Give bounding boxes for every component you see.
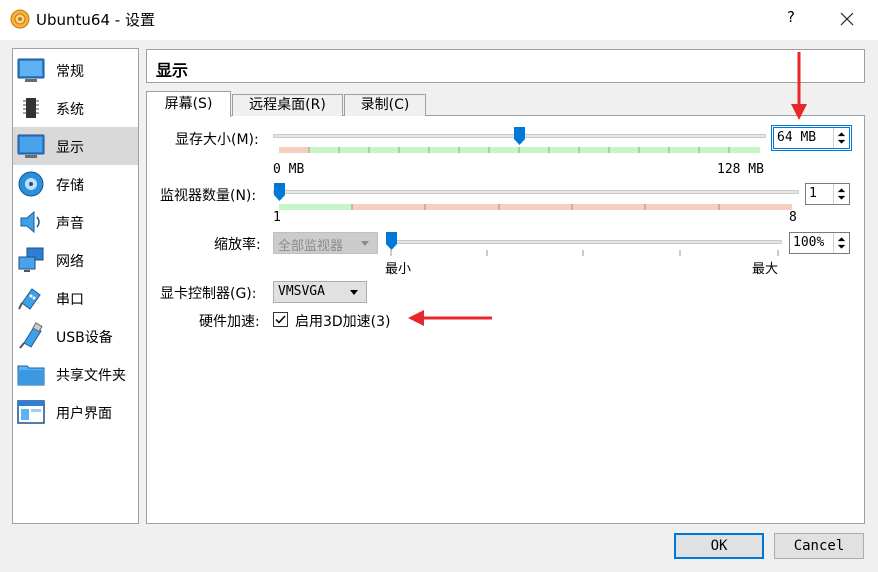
- scale-factor-max-label: 最大: [752, 262, 779, 277]
- sidebar-item-system[interactable]: 系统: [13, 89, 138, 127]
- title-bar: Ubuntu64 - 设置 ?: [0, 0, 878, 40]
- video-memory-spinbox[interactable]: 64 MB: [771, 125, 852, 151]
- sidebar-item-label: 串口: [56, 292, 84, 308]
- section-header: 显示: [146, 49, 865, 83]
- video-memory-label: 显存大小(M):: [175, 132, 259, 148]
- cancel-button[interactable]: Cancel: [774, 533, 864, 559]
- sidebar-item-label: 系统: [56, 102, 84, 118]
- monitor-count-max-label: 8: [789, 210, 797, 225]
- scale-factor-slider-handle[interactable]: [386, 232, 397, 250]
- sidebar-item-label: 共享文件夹: [56, 368, 126, 384]
- scale-factor-spinbox[interactable]: 100%: [789, 232, 850, 254]
- general-icon: [17, 58, 45, 82]
- sidebar-item-label: 显示: [56, 140, 84, 156]
- audio-icon: [20, 210, 40, 234]
- chevron-down-icon: [361, 241, 369, 246]
- sidebar-item-usb[interactable]: USB设备: [13, 317, 138, 355]
- sidebar-item-display[interactable]: 显示: [13, 127, 138, 165]
- graphics-controller-value: VMSVGA: [278, 284, 325, 299]
- scale-factor-slider-track[interactable]: [386, 240, 782, 244]
- usb-icon: [19, 322, 43, 349]
- scale-factor-value: 100%: [793, 235, 825, 250]
- section-title: 显示: [156, 61, 189, 80]
- enable-3d-acceleration-label[interactable]: 启用3D加速(3): [295, 311, 391, 331]
- ok-button[interactable]: OK: [674, 533, 764, 559]
- sidebar-item-label: USB设备: [56, 330, 113, 346]
- monitor-count-label: 监视器数量(N):: [160, 188, 257, 204]
- network-icon: [18, 247, 44, 272]
- graphics-controller-label: 显卡控制器(G):: [160, 286, 257, 302]
- monitor-count-ticks: [351, 204, 720, 210]
- video-memory-min-label: 0 MB: [273, 162, 305, 177]
- shared-folder-icon: [17, 365, 45, 386]
- monitor-select-combo: 全部监视器: [273, 232, 378, 254]
- close-icon[interactable]: [834, 6, 860, 32]
- graphics-controller-combo[interactable]: VMSVGA: [273, 281, 367, 303]
- video-memory-value: 64 MB: [777, 130, 817, 145]
- sidebar-item-network[interactable]: 网络: [13, 241, 138, 279]
- sidebar-item-storage[interactable]: 存储: [13, 165, 138, 203]
- annotation-arrow-left-icon: [408, 310, 492, 326]
- scale-factor-ticks: [390, 250, 779, 256]
- spin-arrows-icon[interactable]: [833, 184, 849, 204]
- scale-factor-label: 缩放率:: [214, 237, 261, 253]
- window-title: Ubuntu64 - 设置: [36, 11, 155, 29]
- monitor-count-slider-track[interactable]: [273, 190, 799, 194]
- sidebar-item-label: 用户界面: [56, 406, 112, 422]
- sidebar-item-user-interface[interactable]: 用户界面: [13, 393, 138, 431]
- tab-remote-display[interactable]: 远程桌面(R): [232, 94, 343, 116]
- sidebar-item-label: 网络: [56, 254, 84, 270]
- sidebar-item-general[interactable]: 常规: [13, 51, 138, 89]
- tab-screen[interactable]: 屏幕(S): [146, 91, 231, 117]
- system-icon: [23, 98, 39, 118]
- display-icon: [17, 134, 45, 158]
- checkmark-icon: [275, 315, 286, 324]
- serial-port-icon: [18, 288, 41, 310]
- sidebar-item-label: 存储: [56, 178, 84, 194]
- user-interface-icon: [17, 400, 45, 424]
- settings-sidebar: 常规 系统 显示 存储 声音 网络 串口 USB设备 共享文件夹 用户界面: [12, 48, 139, 524]
- sidebar-item-serial-ports[interactable]: 串口: [13, 279, 138, 317]
- monitor-select-value: 全部监视器: [278, 239, 344, 254]
- virtualbox-app-icon: [10, 9, 30, 29]
- tab-recording[interactable]: 录制(C): [344, 94, 426, 116]
- video-memory-slider-handle[interactable]: [514, 127, 525, 145]
- acceleration-label: 硬件加速:: [199, 314, 260, 330]
- monitor-count-min-label: 1: [273, 210, 281, 225]
- sidebar-item-shared-folders[interactable]: 共享文件夹: [13, 355, 138, 393]
- storage-icon: [18, 171, 44, 197]
- monitor-count-slider-handle[interactable]: [274, 183, 285, 201]
- sidebar-item-label: 声音: [56, 216, 84, 232]
- monitor-count-spinbox[interactable]: 1: [805, 183, 850, 205]
- sidebar-item-audio[interactable]: 声音: [13, 203, 138, 241]
- spin-arrows-icon[interactable]: [833, 233, 849, 253]
- help-button[interactable]: ?: [780, 8, 802, 30]
- scale-factor-min-label: 最小: [385, 262, 412, 277]
- sidebar-item-label: 常规: [56, 64, 84, 80]
- video-memory-ticks: [308, 147, 730, 153]
- enable-3d-acceleration-checkbox[interactable]: [273, 312, 288, 327]
- monitor-count-value: 1: [809, 186, 817, 201]
- annotation-arrow-down-icon: [791, 52, 807, 120]
- video-memory-max-label: 128 MB: [717, 162, 764, 177]
- spin-arrows-icon[interactable]: [833, 128, 849, 148]
- chevron-down-icon: [350, 290, 358, 295]
